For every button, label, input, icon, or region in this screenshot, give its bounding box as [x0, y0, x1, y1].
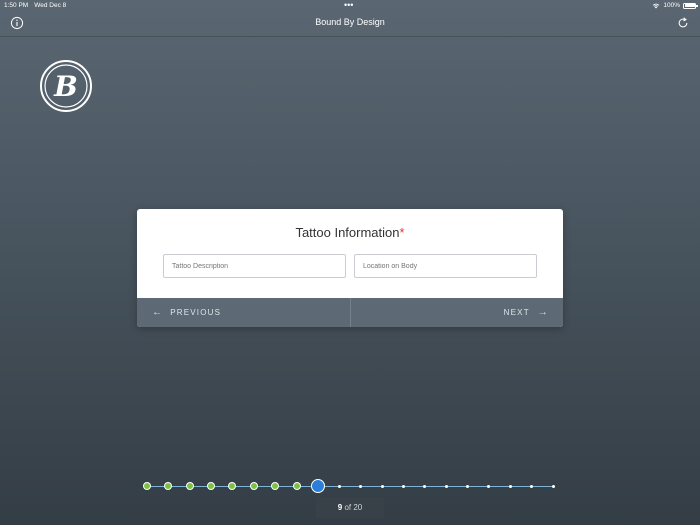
battery-percent: 100% — [663, 2, 680, 9]
card-title-text: Tattoo Information — [295, 225, 400, 240]
page-current: 9 — [337, 503, 343, 512]
location-on-body-input[interactable] — [354, 254, 537, 278]
arrow-right-icon: → — [537, 307, 549, 318]
status-time: 1:50 PM — [4, 2, 29, 9]
progress-step-13[interactable] — [401, 485, 405, 488]
page-title: Bound By Design — [315, 17, 385, 27]
progress-step-19[interactable] — [530, 485, 534, 488]
progress-step-6[interactable] — [249, 482, 258, 490]
progress-step-14[interactable] — [423, 485, 427, 488]
card-title: Tattoo Information* — [137, 225, 563, 240]
logo: B — [40, 60, 92, 112]
page-of-total: of 20 — [344, 503, 363, 512]
logo-mark: B — [53, 70, 78, 103]
battery-icon — [683, 2, 698, 9]
card-footer: ← PREVIOUS NEXT → — [137, 298, 563, 327]
progress-step-4[interactable] — [207, 482, 216, 490]
nav-bar: Bound By Design — [0, 11, 700, 37]
tattoo-info-card: Tattoo Information* ← PREVIOUS NEXT → — [137, 209, 563, 327]
next-label: NEXT — [503, 308, 530, 317]
multitasking-dots[interactable]: ••• — [344, 0, 353, 10]
progress-step-20[interactable] — [551, 485, 555, 488]
previous-label: PREVIOUS — [170, 308, 222, 317]
status-bar: 1:50 PM Wed Dec 8 ••• 100% — [0, 0, 700, 11]
progress-stepper — [143, 479, 555, 493]
refresh-icon[interactable] — [676, 16, 690, 30]
progress-step-18[interactable] — [508, 485, 512, 488]
progress-step-16[interactable] — [466, 485, 470, 488]
progress-step-1[interactable] — [143, 482, 151, 490]
status-date: Wed Dec 8 — [34, 2, 67, 9]
progress-step-5[interactable] — [228, 482, 237, 490]
progress-step-10[interactable] — [337, 485, 341, 488]
wifi-icon — [653, 3, 660, 8]
progress-step-17[interactable] — [487, 485, 491, 488]
progress-step-12[interactable] — [380, 485, 384, 488]
progress-step-9[interactable] — [310, 479, 325, 493]
page-counter: 9 of 20 — [316, 497, 384, 518]
previous-button[interactable]: ← PREVIOUS — [137, 298, 351, 327]
progress-step-2[interactable] — [164, 482, 173, 490]
progress-step-11[interactable] — [359, 485, 363, 488]
arrow-left-icon: ← — [152, 307, 164, 318]
tattoo-description-input[interactable] — [163, 254, 346, 278]
required-mark: * — [399, 225, 405, 240]
progress-step-7[interactable] — [271, 482, 280, 490]
next-button[interactable]: NEXT → — [351, 298, 563, 327]
progress-step-3[interactable] — [185, 482, 194, 490]
progress-step-15[interactable] — [444, 485, 448, 488]
progress-step-8[interactable] — [292, 482, 301, 490]
